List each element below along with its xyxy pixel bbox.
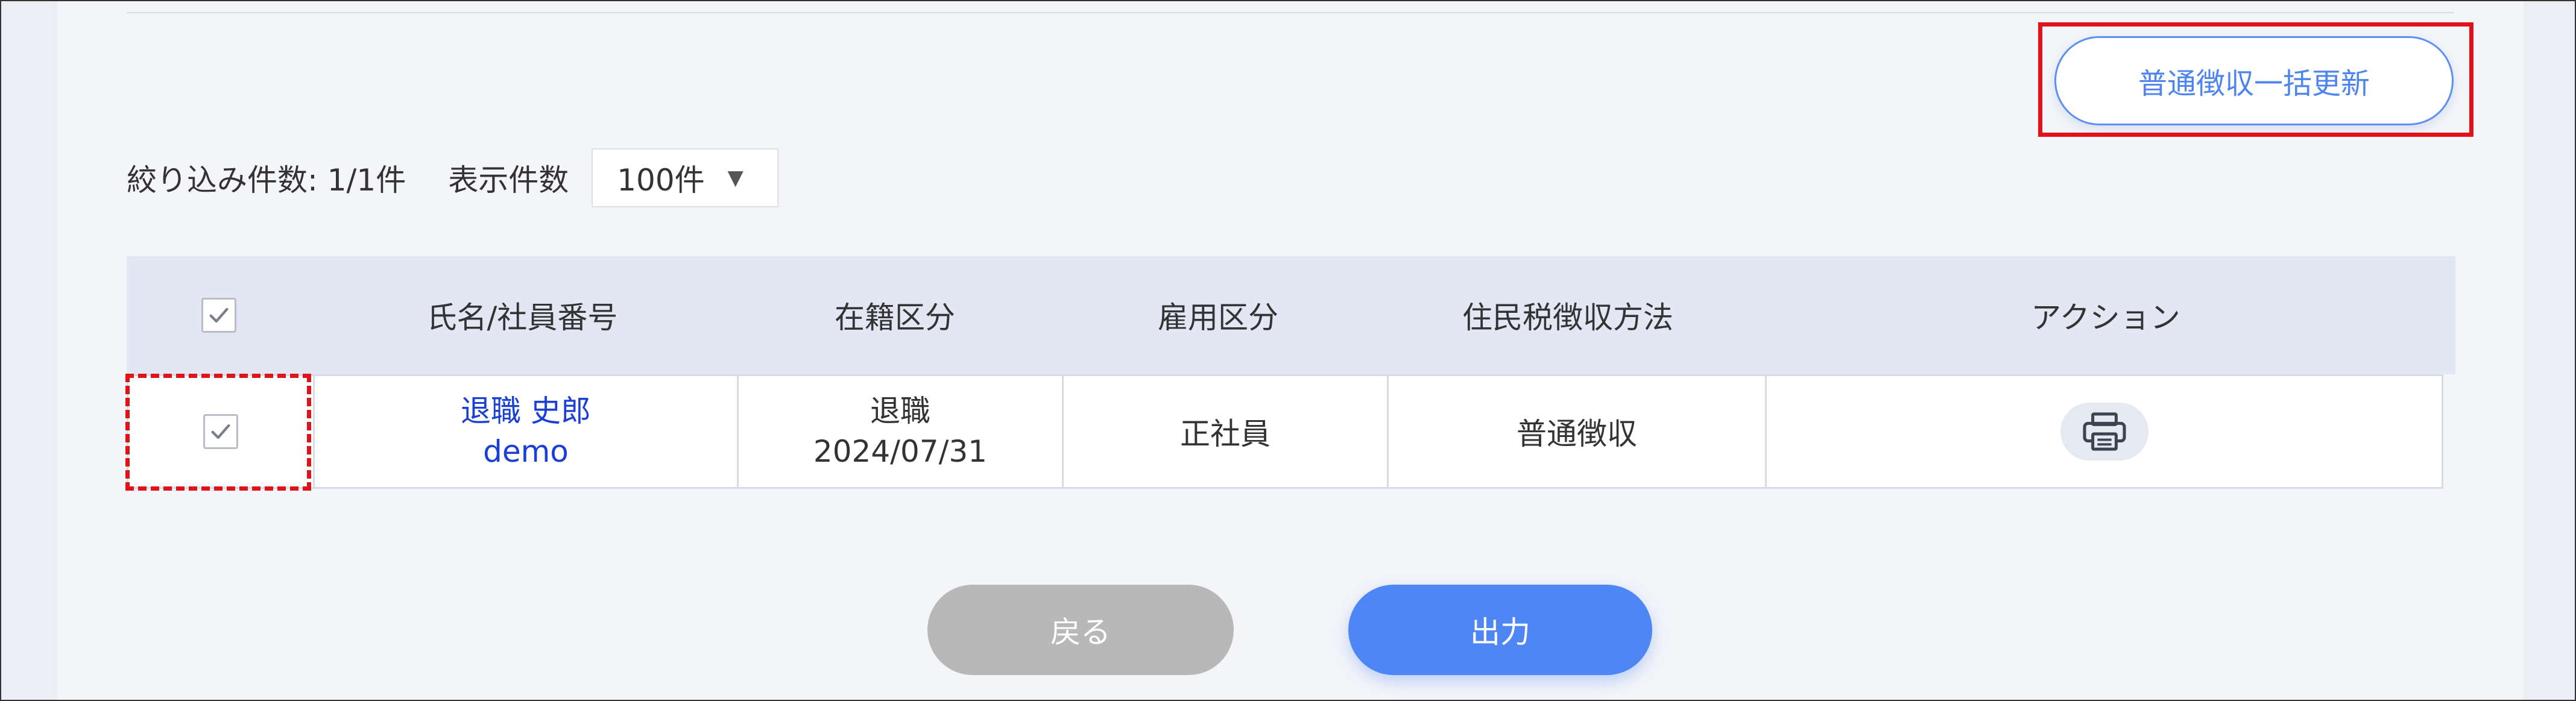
employee-table: 氏名/社員番号 在籍区分 雇用区分 住民税徴収方法 アクション 退職 史郎 de… [127,256,2455,489]
table-header: 氏名/社員番号 在籍区分 雇用区分 住民税徴収方法 アクション [127,256,2455,374]
table-row: 退職 史郎 demo 退職 2024/07/31 正社員 普通徴収 [127,374,2443,489]
header-tax-method[interactable]: 住民税徴収方法 [1380,294,1756,337]
filter-bar: 絞り込み件数: 1/1件 表示件数 100件 ▼ [127,148,779,208]
header-name[interactable]: 氏名/社員番号 [311,294,733,337]
section-divider [127,12,2454,13]
bulk-update-button[interactable]: 普通徴収一括更新 [2054,36,2454,125]
status-cell: 退職 2024/07/31 [737,376,1062,487]
print-button[interactable] [2060,403,2148,461]
header-action: アクション [2031,300,2180,335]
back-button[interactable]: 戻る [927,585,1234,675]
checkmark-icon [211,424,230,439]
employee-name-link[interactable]: 退職 史郎 demo [313,376,737,487]
screenshot-frame: 普通徴収一括更新 絞り込み件数: 1/1件 表示件数 100件 ▼ 氏名/社員番… [0,0,2576,701]
action-cell [1765,376,2443,487]
right-margin [2524,1,2575,700]
select-all-checkbox[interactable] [201,298,236,333]
checkmark-icon [209,307,229,323]
tax-method-cell: 普通徴収 [1387,376,1765,487]
row-checkbox[interactable] [203,414,238,449]
output-button[interactable]: 出力 [1348,585,1652,675]
caret-down-icon: ▼ [727,166,743,190]
page-size-select[interactable]: 100件 ▼ [592,148,779,207]
filter-count-text: 絞り込み件数: 1/1件 [127,163,406,198]
page-size-label: 表示件数 [448,163,569,198]
employment-cell: 正社員 [1062,376,1387,487]
header-status[interactable]: 在籍区分 [733,294,1056,337]
status-value: 退職 [870,393,930,429]
back-label: 戻る [1050,615,1111,650]
left-margin [1,1,57,700]
page-size-value: 100件 [617,163,705,198]
printer-icon [2082,412,2126,451]
header-employment[interactable]: 雇用区分 [1056,294,1380,337]
row-checkbox-cell [127,376,313,487]
header-checkbox-cell [127,298,311,333]
employee-name: 退職 史郎 [461,393,591,429]
status-date: 2024/07/31 [813,434,988,469]
bulk-update-label: 普通徴収一括更新 [2138,67,2370,101]
employee-id: demo [483,434,569,469]
output-label: 出力 [1470,615,1530,650]
